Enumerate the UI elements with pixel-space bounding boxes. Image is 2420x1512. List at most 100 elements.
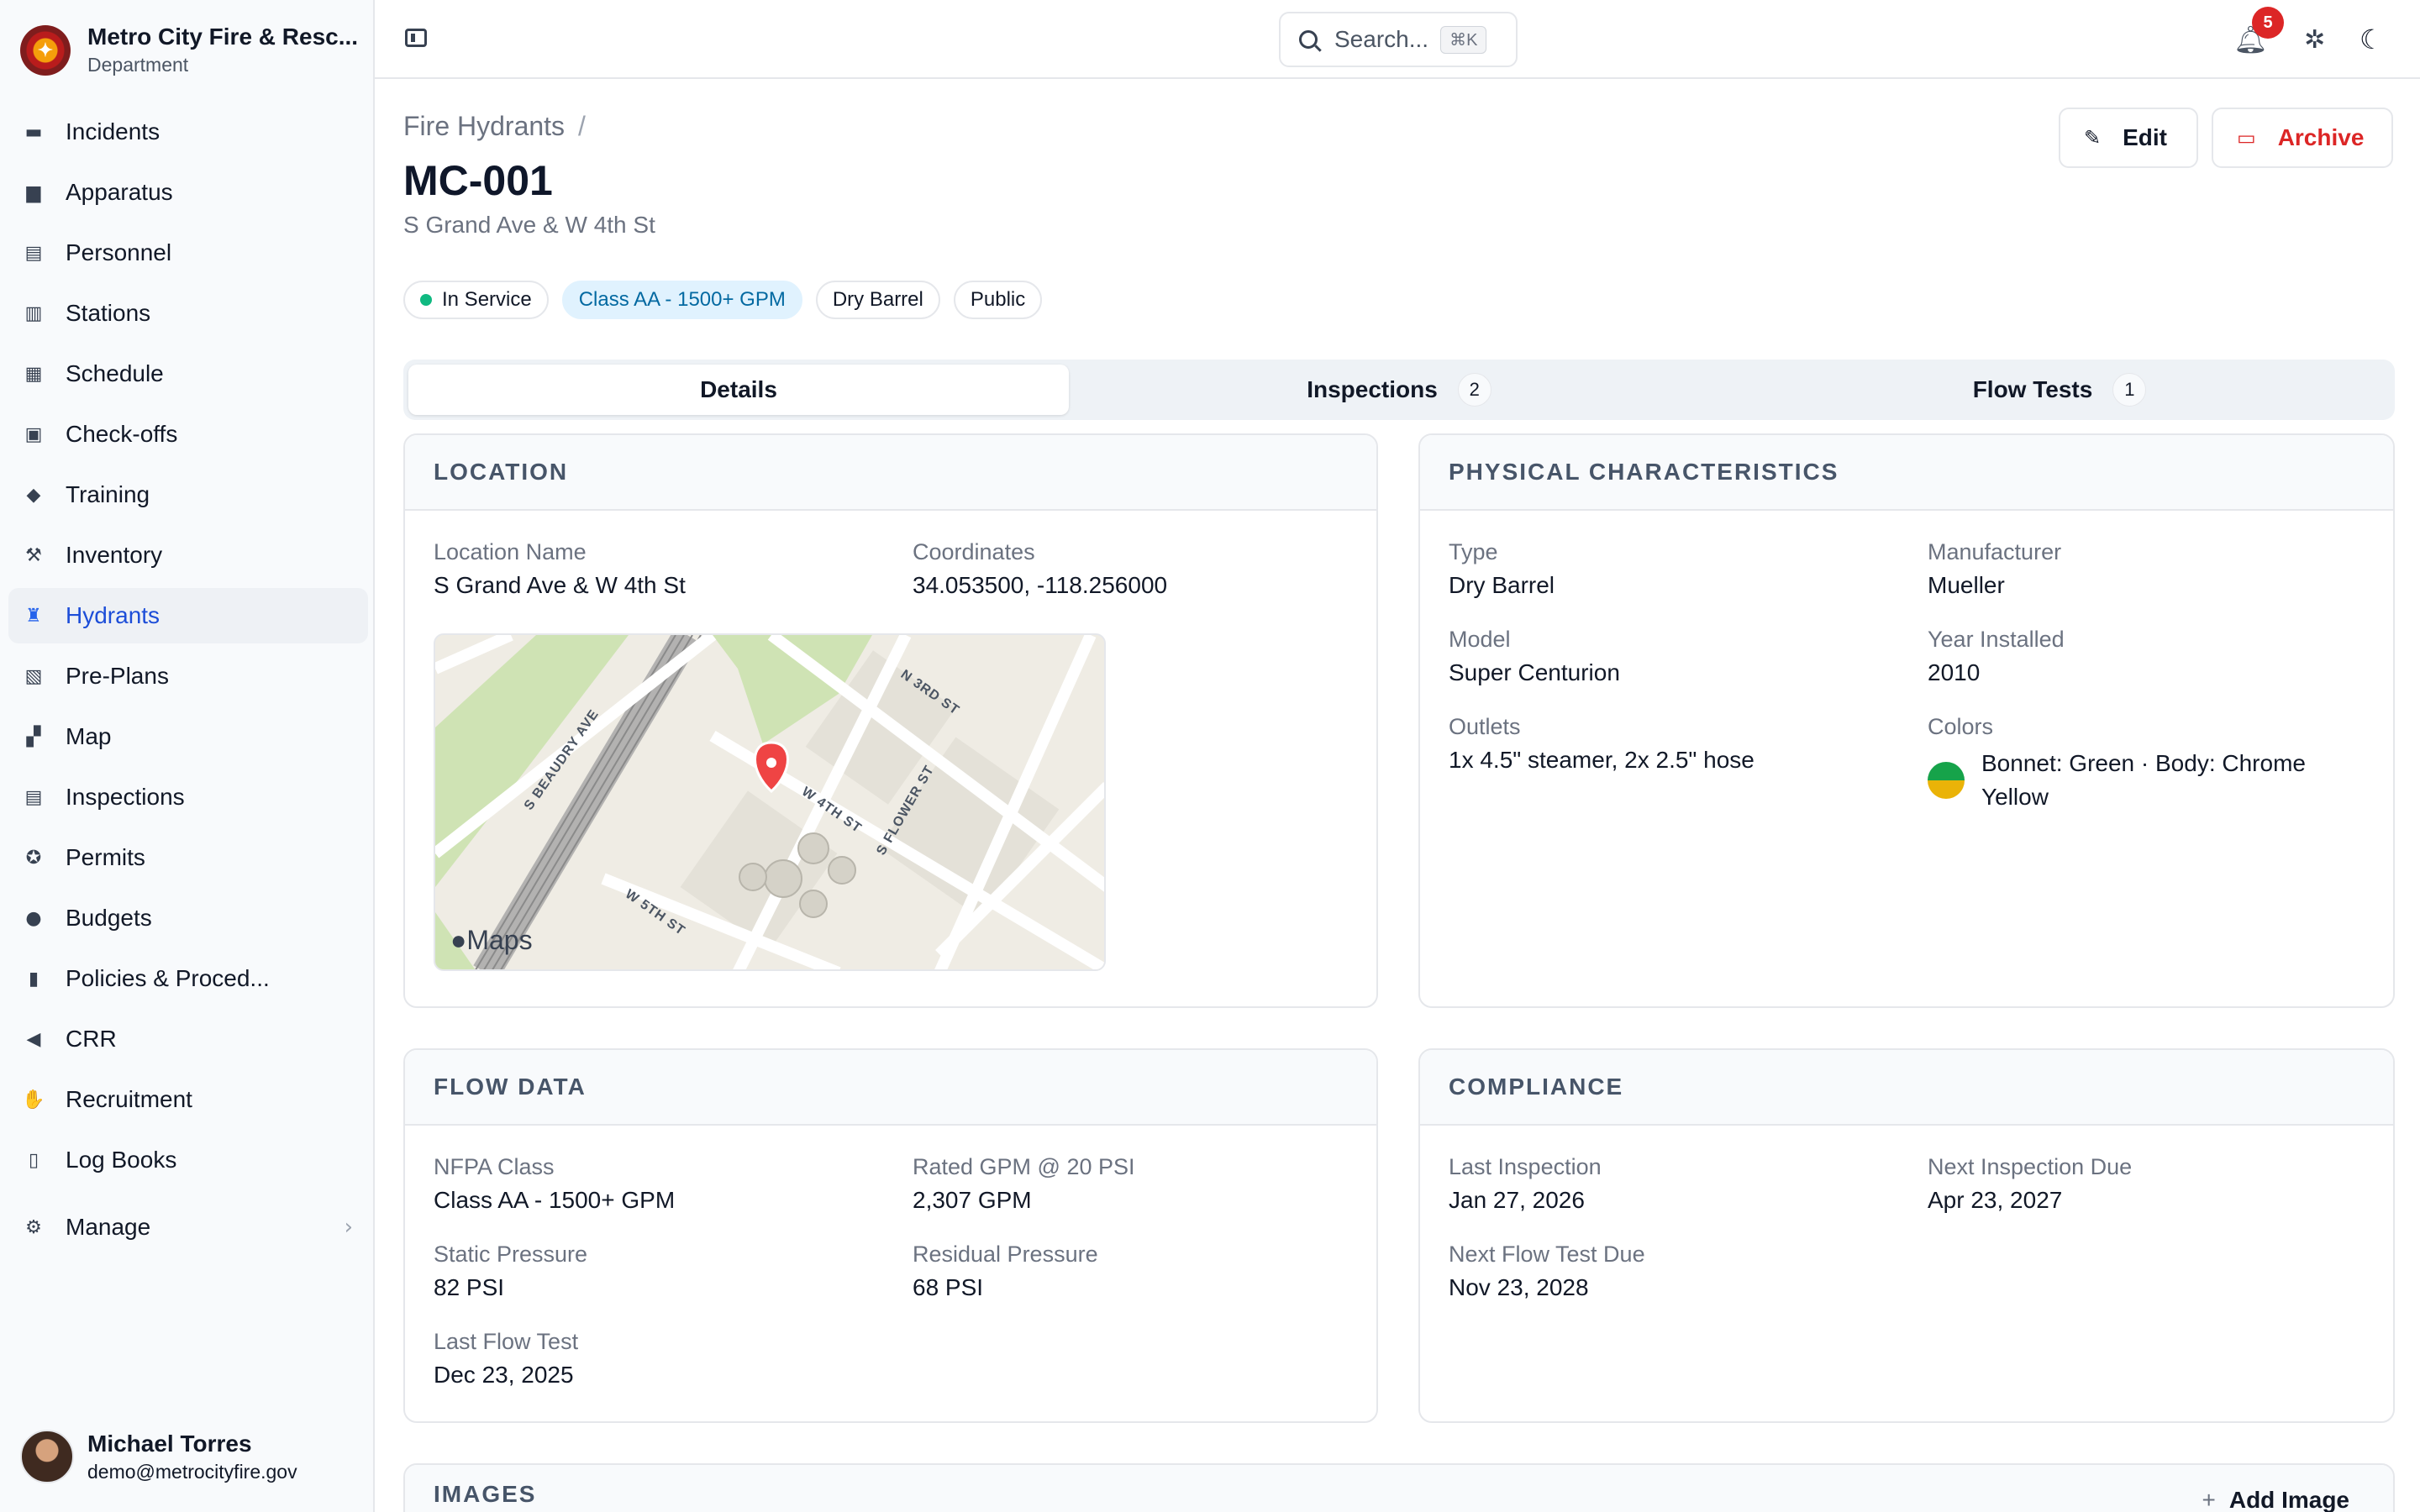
sidebar-item-pre-plans[interactable]: ▧ Pre-Plans (8, 648, 368, 704)
field-label: Year Installed (1928, 627, 2065, 652)
sidebar-item-label: Budgets (66, 905, 152, 931)
model-field: Model Super Centurion (1449, 627, 1620, 686)
card-heading: COMPLIANCE (1420, 1050, 2393, 1126)
images-card: IMAGES + Add Image (403, 1463, 2395, 1512)
sidebar-item-policies[interactable]: ▮ Policies & Proced... (8, 951, 368, 1006)
sidebar-item-personnel[interactable]: ▤ Personnel (8, 225, 368, 281)
field-label: Residual Pressure (913, 1242, 1098, 1267)
sidebar-item-label: Permits (66, 844, 145, 870)
field-label: Last Inspection (1449, 1154, 1602, 1179)
field-label: NFPA Class (434, 1154, 555, 1179)
sidebar-item-inventory[interactable]: ⚒ Inventory (8, 528, 368, 583)
field-label: Colors (1928, 714, 1994, 739)
maps-attribution-text: Maps (466, 925, 533, 955)
clipboard-check-icon: ▣ (24, 423, 43, 445)
sidebar-item-inspections[interactable]: ▤ Inspections (8, 769, 368, 825)
moon-icon[interactable]: ☾ (2360, 24, 2386, 55)
rated-gpm-field: Rated GPM @ 20 PSI 2,307 GPM (913, 1154, 1135, 1214)
manufacturer-field: Manufacturer Mueller (1928, 539, 2061, 599)
status-label: In Service (442, 288, 532, 311)
plus-icon: + (2202, 1487, 2216, 1512)
type-field: Type Dry Barrel (1449, 539, 1555, 599)
sidebar-item-hydrants[interactable]: ♜ Hydrants (8, 588, 368, 643)
sidebar-item-incidents[interactable]: ▬ Incidents (8, 104, 368, 160)
field-label: Next Inspection Due (1928, 1154, 2133, 1179)
coordinates-field: Coordinates 34.053500, -118.256000 (913, 539, 1167, 599)
sidebar-item-label: Recruitment (66, 1086, 192, 1112)
archive-button[interactable]: ▭ Archive (2212, 108, 2393, 168)
sidebar-item-crr[interactable]: ◀ CRR (8, 1011, 368, 1067)
sidebar-item-schedule[interactable]: ▦ Schedule (8, 346, 368, 402)
sidebar-item-apparatus[interactable]: ▆ Apparatus (8, 165, 368, 220)
search-shortcut: ⌘K (1440, 25, 1487, 54)
tab-count: 2 (1457, 373, 1491, 407)
archive-icon: ▭ (2237, 126, 2256, 150)
add-image-label: Add Image (2228, 1487, 2349, 1512)
card-heading: FLOW DATA (405, 1050, 1376, 1126)
sidebar-item-recruitment[interactable]: ✋ Recruitment (8, 1072, 368, 1127)
tab-flow-tests[interactable]: Flow Tests 1 (1729, 365, 2390, 415)
add-image-button[interactable]: + Add Image (2202, 1487, 2350, 1512)
user-email: demo@metrocityfire.gov (87, 1460, 297, 1483)
graduation-cap-icon: ◆ (26, 484, 41, 506)
edit-button[interactable]: ✎ Edit (2059, 108, 2198, 168)
field-value: Mueller (1928, 572, 2005, 598)
compliance-card: COMPLIANCE Last Inspection Jan 27, 2026 … (1418, 1048, 2395, 1423)
field-value: Jan 27, 2026 (1449, 1187, 1585, 1213)
building-plan-icon: ▧ (24, 665, 43, 687)
user-profile[interactable]: Michael Torres demo@metrocityfire.gov (20, 1430, 297, 1483)
field-value: Dry Barrel (1449, 572, 1555, 598)
archive-label: Archive (2277, 124, 2365, 150)
sidebar-item-check-offs[interactable]: ▣ Check-offs (8, 407, 368, 462)
handshake-icon: ✋ (22, 1089, 45, 1110)
sidebar-item-label: Stations (66, 300, 151, 326)
next-flow-test-field: Next Flow Test Due Nov 23, 2028 (1449, 1242, 1645, 1301)
sidebar-item-label: Manage (66, 1214, 151, 1240)
visibility-badge: Public (953, 281, 1043, 319)
clipboard-list-icon: ▤ (24, 786, 43, 808)
sidebar-item-training[interactable]: ◆ Training (8, 467, 368, 522)
org-header[interactable]: ✦ Metro City Fire & Resc... Department (20, 24, 358, 76)
search-placeholder: Search... (1334, 26, 1429, 52)
location-card: LOCATION Location Name S Grand Ave & W 4… (403, 433, 1378, 1008)
field-value: 2,307 GPM (913, 1187, 1032, 1213)
sidebar-item-label: Training (66, 481, 150, 507)
user-name: Michael Torres (87, 1430, 252, 1457)
search-icon (1299, 30, 1318, 49)
static-pressure-field: Static Pressure 82 PSI (434, 1242, 587, 1301)
colors-field: Colors Bonnet: Green · Body: Chrome Yell… (1928, 714, 2365, 814)
sidebar-item-label: Check-offs (66, 421, 178, 447)
sidebar-item-label: Log Books (66, 1147, 177, 1173)
sidebar-item-stations[interactable]: ▥ Stations (8, 286, 368, 341)
tab-details[interactable]: Details (408, 365, 1069, 415)
fire-truck-icon: ▬ (24, 121, 43, 143)
status-badge: In Service (403, 281, 549, 319)
search-button[interactable]: Search... ⌘K (1279, 12, 1518, 67)
sidebar-item-permits[interactable]: ✪ Permits (8, 830, 368, 885)
edit-label: Edit (2123, 124, 2167, 150)
page-subtitle: S Grand Ave & W 4th St (403, 212, 655, 238)
sidebar-item-log-books[interactable]: ▯ Log Books (8, 1132, 368, 1188)
field-value: Nov 23, 2028 (1449, 1274, 1589, 1300)
building-icon: ▥ (24, 302, 43, 324)
colors-value: Bonnet: Green · Body: Chrome Yellow (1928, 747, 2365, 814)
settings-icon[interactable]: ✲ (2304, 25, 2331, 55)
sidebar-item-map[interactable]: ▞ Map (8, 709, 368, 764)
sidebar-item-label: Personnel (66, 239, 172, 265)
sidebar-item-label: Schedule (66, 360, 164, 386)
chevron-right-icon: › (344, 1215, 353, 1240)
breadcrumb-link[interactable]: Fire Hydrants (403, 111, 565, 141)
tab-label: Details (700, 376, 777, 402)
field-label: Last Flow Test (434, 1329, 579, 1354)
sidebar-item-label: Apparatus (66, 179, 173, 205)
field-value: 1x 4.5" steamer, 2x 2.5" hose (1449, 747, 1754, 773)
tab-inspections[interactable]: Inspections 2 (1069, 365, 1729, 415)
sidebar-item-budgets[interactable]: ● Budgets (8, 890, 368, 946)
department-logo: ✦ (20, 24, 71, 76)
breadcrumb-separator: / (578, 111, 586, 141)
badge-icon: ✪ (25, 847, 42, 869)
location-map[interactable]: S BEAUDRY AVE N 3RD ST S FLOWER ST W 4TH… (434, 633, 1106, 971)
sidebar-toggle-icon[interactable] (405, 29, 427, 47)
org-subtitle: Department (87, 54, 189, 76)
sidebar-item-manage[interactable]: ⚙ Manage › (8, 1200, 368, 1255)
